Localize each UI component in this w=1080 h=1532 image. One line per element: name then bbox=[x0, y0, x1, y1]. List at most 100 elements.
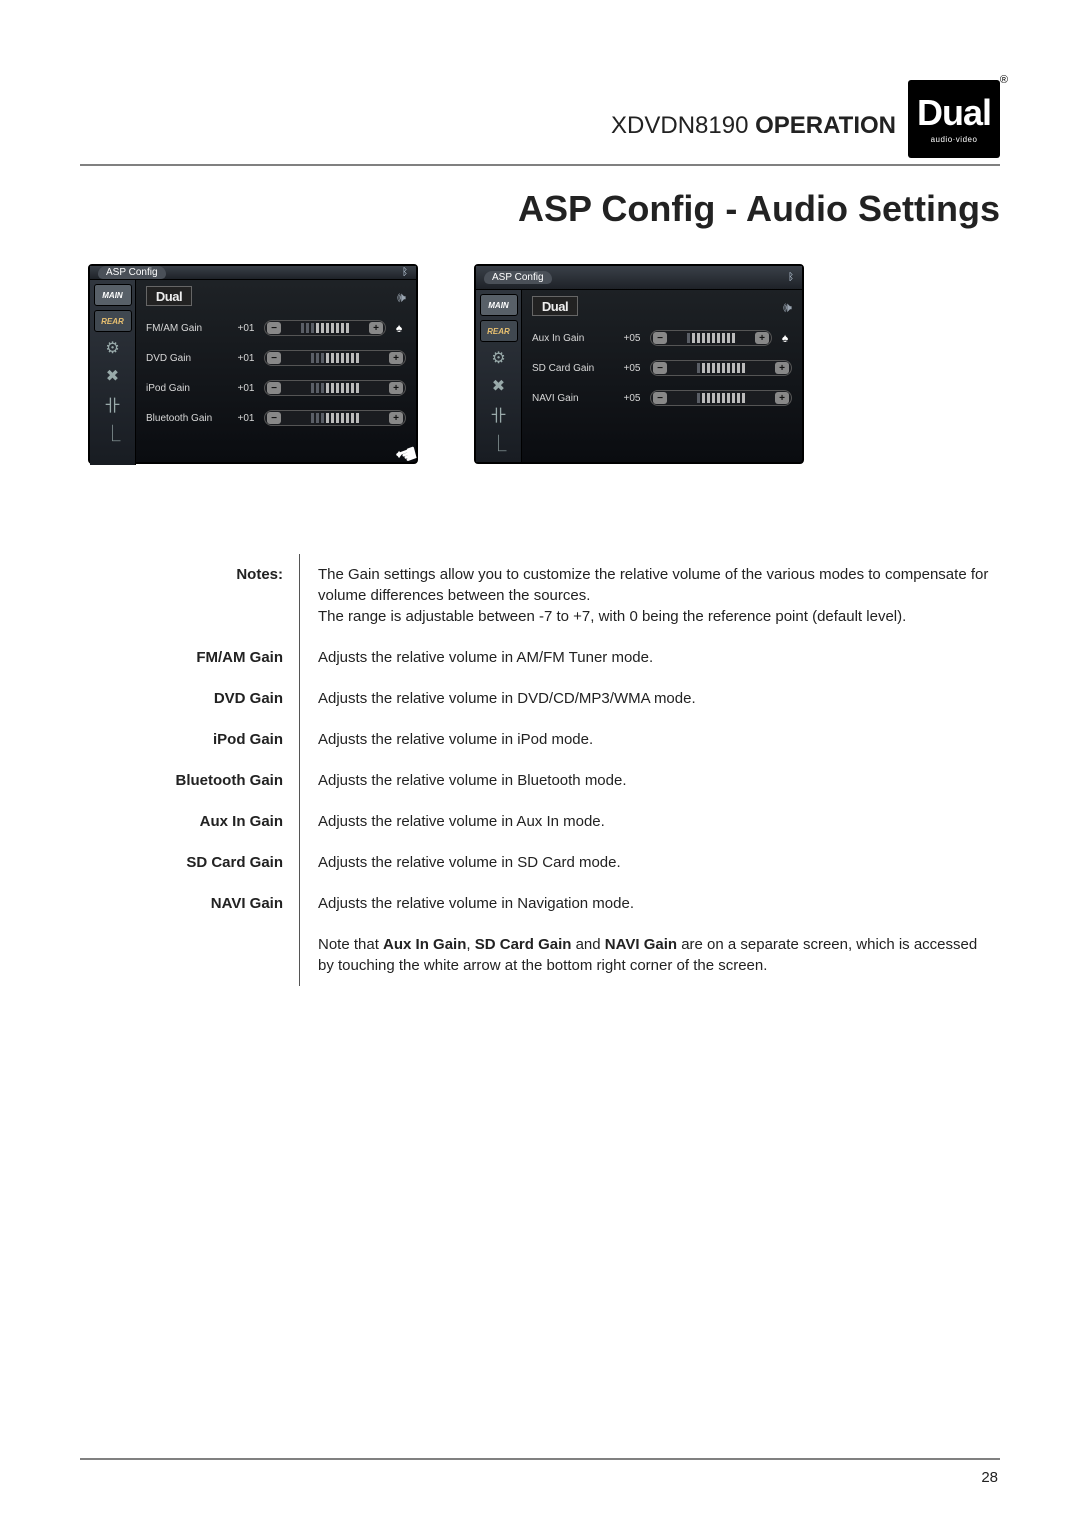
gain-slider[interactable]: − + bbox=[264, 410, 406, 426]
screens-row: ASP Config ᛒ MAIN REAR ⚙ ✖ 卝 ⎿ Dual 🕪 FM… bbox=[80, 264, 1000, 464]
def-desc: Adjusts the relative volume in Bluetooth… bbox=[300, 760, 1000, 801]
gain-slider[interactable]: − + bbox=[650, 330, 772, 346]
header-divider bbox=[80, 164, 1000, 166]
gain-slider[interactable]: − + bbox=[264, 380, 406, 396]
graph-icon[interactable]: ⎿ bbox=[485, 430, 513, 454]
gain-bars bbox=[284, 381, 386, 395]
gain-label: DVD Gain bbox=[146, 353, 228, 364]
main-button[interactable]: MAIN bbox=[94, 284, 132, 306]
gain-row-bluetooth: Bluetooth Gain +01 − + bbox=[146, 408, 406, 428]
equalizer-icon[interactable]: 卝 bbox=[485, 402, 513, 426]
section-title: ASP Config - Audio Settings bbox=[80, 188, 1000, 230]
audio-icon: 🕪 bbox=[397, 289, 406, 306]
screen-sidebar: MAIN REAR ⚙ ✖ 卝 ⎿ bbox=[476, 290, 522, 462]
gain-bars bbox=[670, 331, 752, 345]
plus-button[interactable]: + bbox=[369, 322, 383, 334]
def-desc: Adjusts the relative volume in SD Card m… bbox=[300, 842, 1000, 883]
gain-bars bbox=[284, 321, 366, 335]
footnote-part: Note that bbox=[318, 936, 383, 953]
plus-button[interactable]: + bbox=[389, 382, 403, 394]
def-label: Aux In Gain bbox=[80, 801, 300, 842]
definitions-table: Notes: The Gain settings allow you to cu… bbox=[80, 554, 1000, 986]
model-number: XDVDN8190 bbox=[611, 112, 748, 139]
gain-slider[interactable]: − + bbox=[650, 360, 792, 376]
footnote-bold: NAVI Gain bbox=[605, 936, 677, 953]
plus-button[interactable]: + bbox=[389, 412, 403, 424]
minus-button[interactable]: − bbox=[267, 382, 281, 394]
gain-slider[interactable]: − + bbox=[264, 350, 406, 366]
def-desc: Adjusts the relative volume in Navigatio… bbox=[300, 883, 1000, 924]
gain-bars bbox=[670, 361, 772, 375]
minus-button[interactable]: − bbox=[267, 322, 281, 334]
settings-icon[interactable]: ⚙ bbox=[485, 346, 513, 370]
screen-content: Dual 🕪 Aux In Gain +05 − + ♠ SD Card Gai… bbox=[522, 290, 802, 462]
plus-button[interactable]: + bbox=[755, 332, 769, 344]
operation-label: OPERATION bbox=[755, 112, 896, 139]
audio-icon: 🕪 bbox=[783, 299, 792, 316]
gain-label: FM/AM Gain bbox=[146, 323, 228, 334]
rear-button[interactable]: REAR bbox=[480, 320, 518, 342]
gain-value: +01 bbox=[234, 413, 258, 424]
graph-icon[interactable]: ⎿ bbox=[99, 420, 127, 444]
plus-button[interactable]: + bbox=[389, 352, 403, 364]
minus-button[interactable]: − bbox=[267, 352, 281, 364]
gain-row-dvd: DVD Gain +01 − + bbox=[146, 348, 406, 368]
plus-button[interactable]: + bbox=[775, 392, 789, 404]
def-label: DVD Gain bbox=[80, 678, 300, 719]
footer-divider bbox=[80, 1458, 1000, 1460]
minus-button[interactable]: − bbox=[653, 392, 667, 404]
screen-asp-config-1: ASP Config ᛒ MAIN REAR ⚙ ✖ 卝 ⎿ Dual 🕪 FM… bbox=[88, 264, 418, 464]
gain-bars bbox=[670, 391, 772, 405]
rear-button[interactable]: REAR bbox=[94, 310, 132, 332]
def-desc: Adjusts the relative volume in DVD/CD/MP… bbox=[300, 678, 1000, 719]
bluetooth-icon: ᛒ bbox=[788, 272, 794, 283]
gain-row-auxin: Aux In Gain +05 − + ♠ bbox=[532, 328, 792, 348]
screen-asp-config-2: ASP Config ᛒ MAIN REAR ⚙ ✖ 卝 ⎿ Dual 🕪 Au… bbox=[474, 264, 804, 464]
footnote-empty-label bbox=[80, 924, 300, 986]
def-label: NAVI Gain bbox=[80, 883, 300, 924]
def-label: Bluetooth Gain bbox=[80, 760, 300, 801]
gain-label: Aux In Gain bbox=[532, 333, 614, 344]
gain-row-navi: NAVI Gain +05 − + bbox=[532, 388, 792, 408]
logo-text: Dual bbox=[917, 95, 991, 131]
gain-value: +01 bbox=[234, 353, 258, 364]
main-button[interactable]: MAIN bbox=[480, 294, 518, 316]
plus-button[interactable]: + bbox=[775, 362, 789, 374]
gain-slider[interactable]: − + bbox=[264, 320, 386, 336]
notes-label: Notes: bbox=[80, 554, 300, 637]
tools-icon[interactable]: ✖ bbox=[485, 374, 513, 398]
def-desc: Adjusts the relative volume in AM/FM Tun… bbox=[300, 637, 1000, 678]
screen-title: ASP Config bbox=[98, 266, 166, 279]
gain-row-sdcard: SD Card Gain +05 − + bbox=[532, 358, 792, 378]
gain-label: NAVI Gain bbox=[532, 393, 614, 404]
tools-icon[interactable]: ✖ bbox=[99, 364, 127, 388]
gain-label: iPod Gain bbox=[146, 383, 228, 394]
footnote-part: and bbox=[571, 936, 604, 953]
gain-value: +01 bbox=[234, 383, 258, 394]
equalizer-icon[interactable]: 卝 bbox=[99, 392, 127, 416]
logo-subtext: audio·video bbox=[931, 135, 978, 144]
footnote-bold: SD Card Gain bbox=[475, 936, 572, 953]
gain-slider[interactable]: − + bbox=[650, 390, 792, 406]
def-label: FM/AM Gain bbox=[80, 637, 300, 678]
minus-button[interactable]: − bbox=[267, 412, 281, 424]
page-header: XDVDN8190 OPERATION Dual audio·video bbox=[80, 80, 1000, 158]
screen-title: ASP Config bbox=[484, 271, 552, 284]
minus-button[interactable]: − bbox=[653, 362, 667, 374]
gain-value: +05 bbox=[620, 333, 644, 344]
mini-logo: Dual bbox=[146, 286, 192, 306]
gain-row-fmam: FM/AM Gain +01 − + ♠ bbox=[146, 318, 406, 338]
minus-button[interactable]: − bbox=[653, 332, 667, 344]
scroll-up-icon[interactable]: ♠ bbox=[778, 332, 792, 344]
def-desc: Adjusts the relative volume in Aux In mo… bbox=[300, 801, 1000, 842]
notes-text: The Gain settings allow you to customize… bbox=[300, 554, 1000, 637]
page-number: 28 bbox=[981, 1469, 998, 1486]
scroll-up-icon[interactable]: ♠ bbox=[392, 322, 406, 334]
gain-value: +01 bbox=[234, 323, 258, 334]
hand-cursor-icon: ☚ bbox=[390, 437, 423, 474]
settings-icon[interactable]: ⚙ bbox=[99, 336, 127, 360]
def-desc: Adjusts the relative volume in iPod mode… bbox=[300, 719, 1000, 760]
footnote-bold: Aux In Gain bbox=[383, 936, 466, 953]
bluetooth-icon: ᛒ bbox=[402, 267, 408, 278]
screen-sidebar: MAIN REAR ⚙ ✖ 卝 ⎿ bbox=[90, 280, 136, 465]
